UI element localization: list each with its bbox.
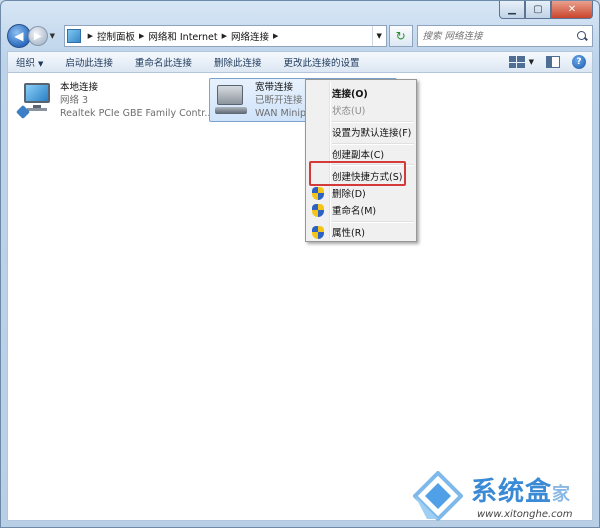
- delete-connection-button[interactable]: 删除此连接: [214, 55, 262, 69]
- site-watermark: 系统盒家 www.xitonghe.com: [413, 467, 597, 525]
- menu-item-label: 设置为默认连接(F): [332, 128, 412, 139]
- forward-arrow-icon: ▶: [33, 30, 42, 42]
- start-connection-button[interactable]: 启动此连接: [65, 55, 113, 69]
- connection-device: Realtek PCIe GBE Family Contr...: [60, 108, 214, 119]
- uac-shield-icon: [312, 226, 324, 239]
- watermark-title: 系统盒家: [471, 471, 571, 508]
- connection-device: WAN Minipo: [255, 108, 312, 119]
- change-view-icon[interactable]: [508, 56, 525, 68]
- menu-item-label: 重命名(M): [332, 206, 377, 217]
- menu-item-set-default[interactable]: 设置为默认连接(F): [308, 122, 414, 142]
- maximize-button[interactable]: ▢: [525, 1, 551, 19]
- network-adapter-icon: [15, 81, 56, 120]
- back-arrow-icon: ◀: [14, 29, 24, 43]
- watermark-url: www.xitonghe.com: [477, 509, 573, 520]
- breadcrumb-chevron-icon[interactable]: ▶: [139, 32, 144, 40]
- menu-item-status[interactable]: 状态(U): [308, 100, 414, 120]
- uac-shield-icon: [312, 204, 324, 217]
- menu-item-label: 删除(D): [332, 189, 366, 200]
- watermark-title-text: 系统盒: [471, 477, 553, 507]
- connection-status: 已断开连接: [255, 95, 303, 106]
- address-history-dropdown[interactable]: ▼: [371, 26, 386, 46]
- uac-shield-icon: [312, 187, 324, 200]
- caption-buttons: ▁ ▢ ✕: [499, 1, 593, 19]
- address-bar[interactable]: ▶ 控制面板 ▶ 网络和 Internet ▶ 网络连接 ▶ ▼: [63, 25, 387, 47]
- search-icon[interactable]: [577, 30, 588, 42]
- breadcrumb-control-panel[interactable]: 控制面板: [97, 29, 135, 43]
- recent-pages-dropdown[interactable]: ▼: [50, 32, 60, 40]
- chevron-down-icon: ▼: [38, 60, 44, 68]
- connections-list: 本地连接 网络 3 Realtek PCIe GBE Family Contr.…: [7, 73, 593, 521]
- refresh-button[interactable]: ↻: [388, 25, 413, 47]
- menu-item-label: 创建副本(C): [332, 150, 385, 161]
- rename-connection-button[interactable]: 重命名此连接: [135, 55, 192, 69]
- preview-pane-icon[interactable]: [546, 56, 560, 68]
- menu-item-properties[interactable]: 属性(R): [308, 222, 414, 242]
- command-bar: 组织 ▼ 启动此连接 重命名此连接 删除此连接 更改此连接的设置 ▼ ?: [7, 51, 593, 73]
- minimize-button[interactable]: ▁: [499, 1, 525, 19]
- menu-item-label: 属性(R): [332, 228, 366, 239]
- view-controls: ▼ ?: [508, 55, 592, 69]
- control-panel-icon: [66, 29, 81, 43]
- search-box[interactable]: [416, 25, 594, 47]
- connection-item-local[interactable]: 本地连接 网络 3 Realtek PCIe GBE Family Contr.…: [15, 81, 214, 120]
- breadcrumb-chevron-icon[interactable]: ▶: [273, 32, 278, 40]
- menu-item-label: 状态(U): [332, 106, 366, 117]
- breadcrumb-network-internet[interactable]: 网络和 Internet: [148, 29, 217, 43]
- organize-menu[interactable]: 组织 ▼: [16, 55, 43, 69]
- menu-item-label: 连接(O): [332, 89, 368, 100]
- organize-label: 组织: [16, 58, 36, 69]
- breadcrumb-chevron-icon[interactable]: ▶: [222, 32, 227, 40]
- breadcrumb-chevron-icon[interactable]: ▶: [88, 32, 93, 40]
- explorer-window: ▁ ▢ ✕ ◀ ▶ ▼ ▶ 控制面板 ▶ 网络和 Internet ▶ 网络连接…: [0, 0, 600, 528]
- watermark-title-suffix: 家: [552, 484, 572, 505]
- menu-item-rename[interactable]: 重命名(M): [308, 200, 414, 220]
- connection-name: 宽带连接: [255, 82, 294, 93]
- refresh-icon: ↻: [395, 29, 406, 43]
- breadcrumb-network-connections[interactable]: 网络连接: [231, 29, 269, 43]
- broadband-modem-icon: [213, 81, 251, 119]
- watermark-logo-icon: [413, 471, 463, 521]
- help-icon[interactable]: ?: [572, 55, 586, 69]
- connection-status: 网络 3: [60, 95, 89, 106]
- navigation-bar: ◀ ▶ ▼ ▶ 控制面板 ▶ 网络和 Internet ▶ 网络连接 ▶ ▼ ↻: [7, 23, 594, 49]
- forward-button[interactable]: ▶: [27, 26, 48, 46]
- close-button[interactable]: ✕: [551, 1, 593, 19]
- search-input[interactable]: [422, 30, 573, 42]
- connection-name: 本地连接: [60, 82, 99, 93]
- view-options-dropdown[interactable]: ▼: [529, 58, 534, 66]
- annotation-highlight-box: [309, 161, 406, 186]
- change-settings-button[interactable]: 更改此连接的设置: [283, 55, 359, 69]
